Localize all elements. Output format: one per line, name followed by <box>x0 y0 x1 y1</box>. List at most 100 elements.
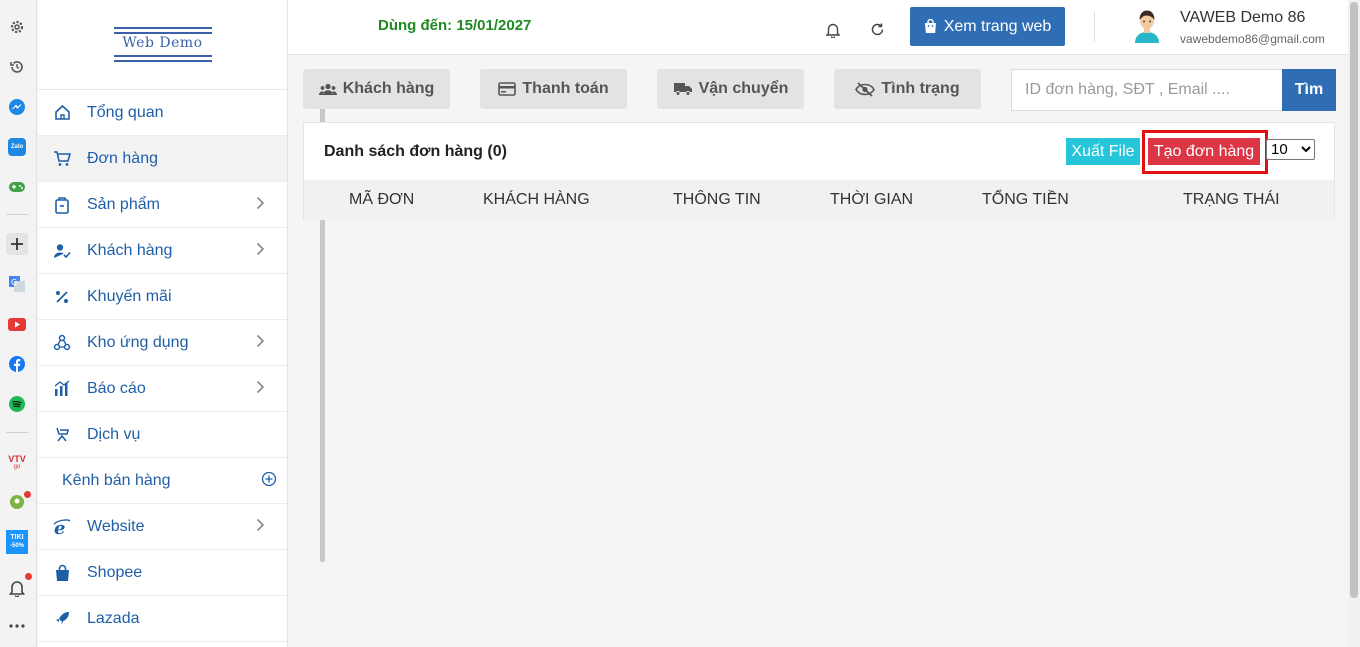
sidebar-item-promotions[interactable]: Khuyến mãi <box>38 274 287 320</box>
header-divider <box>1094 12 1095 42</box>
sidebar-item-website[interactable]: e Website <box>38 504 287 550</box>
youtube-icon[interactable] <box>6 313 28 335</box>
avatar[interactable] <box>1131 8 1163 44</box>
chevron-right-icon <box>256 242 265 261</box>
shopping-bag-icon <box>52 563 72 583</box>
tiki-label: TIKI <box>10 534 24 541</box>
messenger-icon[interactable] <box>6 96 28 118</box>
translate-icon[interactable]: G <box>6 273 28 295</box>
column-header-time[interactable]: Thời gian <box>830 191 913 209</box>
payment-filter-button[interactable]: Thanh toán <box>480 69 627 109</box>
create-order-highlight: Tạo đơn hàng <box>1142 130 1268 174</box>
vtv-go-label: go <box>13 463 21 470</box>
sidebar-item-label: Lazada <box>87 609 140 627</box>
bell-icon[interactable] <box>6 573 32 599</box>
users-icon <box>318 83 337 95</box>
logo[interactable]: Web Demo <box>113 26 212 63</box>
notification-dot <box>25 573 32 580</box>
sidebar-item-label: Kho ứng dụng <box>87 333 189 351</box>
column-header-total[interactable]: Tổng tiền <box>982 191 1069 209</box>
add-icon[interactable] <box>6 233 28 255</box>
ie-icon: e <box>52 517 72 537</box>
orders-panel: Danh sách đơn hàng (0) Xuất File Tạo đơn… <box>303 122 1335 220</box>
payment-filter-label: Thanh toán <box>522 80 609 97</box>
view-website-label: Xem trang web <box>943 17 1052 35</box>
per-page-select[interactable]: 10 <box>1266 139 1315 160</box>
sidebar-item-overview[interactable]: Tổng quan <box>38 90 287 136</box>
orders-list-title: Danh sách đơn hàng (0) <box>324 143 507 160</box>
order-search-input[interactable] <box>1011 69 1283 111</box>
credit-card-icon <box>498 82 517 96</box>
chevron-right-icon <box>256 518 265 537</box>
sales-channels-header: Kênh bán hàng <box>38 458 287 504</box>
apps-icon <box>52 333 72 353</box>
chevron-right-icon <box>256 334 265 353</box>
chevron-right-icon <box>256 196 265 215</box>
search-button[interactable]: Tìm <box>1282 69 1336 111</box>
logo-text: Web Demo <box>122 34 203 51</box>
orders-table-header: Mã đơn Khách hàng Thông tin Thời gian Tổ… <box>304 180 1334 220</box>
column-header-order-id[interactable]: Mã đơn <box>349 191 414 209</box>
view-website-button[interactable]: Xem trang web <box>910 7 1065 46</box>
create-order-button[interactable]: Tạo đơn hàng <box>1148 138 1260 165</box>
zalo-icon[interactable]: Zalo <box>6 136 28 158</box>
sidebar-item-label: Dịch vụ <box>87 425 141 443</box>
subscription-expiry: Dùng đến: 15/01/2027 <box>378 17 532 34</box>
settings-icon[interactable] <box>6 16 28 38</box>
sidebar-item-label: Tổng quan <box>87 103 164 121</box>
column-header-info[interactable]: Thông tin <box>673 191 761 209</box>
status-filter-button[interactable]: Tình trạng <box>834 69 981 109</box>
user-check-icon <box>52 241 72 261</box>
tiki-icon[interactable]: TIKI -50% <box>6 530 28 554</box>
zalo-label: Zalo <box>8 138 26 156</box>
refresh-icon[interactable] <box>870 22 886 38</box>
shopping-bag-icon <box>924 19 936 33</box>
notification-dot <box>24 491 31 498</box>
sidebar-item-orders[interactable]: Đơn hàng <box>38 136 287 182</box>
customers-filter-label: Khách hàng <box>342 80 435 97</box>
bell-icon[interactable] <box>825 22 842 39</box>
vtv-go-icon[interactable]: VTV go <box>6 451 28 473</box>
user-name: VAWEB Demo 86 <box>1180 9 1306 26</box>
column-header-status[interactable]: Trạng thái <box>1183 191 1280 209</box>
percent-icon <box>52 287 72 307</box>
sidebar-item-shopee[interactable]: Shopee <box>38 550 287 596</box>
more-icon[interactable] <box>6 615 28 637</box>
sidebar-item-reports[interactable]: Báo cáo <box>38 366 287 412</box>
tiki-discount: -50% <box>9 543 24 549</box>
maps-icon[interactable] <box>6 491 31 513</box>
facebook-icon[interactable] <box>6 353 28 375</box>
column-header-customer[interactable]: Khách hàng <box>483 191 590 209</box>
sidebar-item-services[interactable]: Dịch vụ <box>38 412 287 458</box>
package-icon <box>52 195 72 215</box>
service-icon <box>52 425 72 445</box>
export-file-button[interactable]: Xuất File <box>1066 138 1140 165</box>
sidebar-item-customers[interactable]: Khách hàng <box>38 228 287 274</box>
sidebar-item-app-store[interactable]: Kho ứng dụng <box>38 320 287 366</box>
chevron-right-icon <box>256 380 265 399</box>
sidebar-item-label: Website <box>87 517 145 535</box>
vtv-label: VTV <box>8 453 26 464</box>
history-icon[interactable] <box>6 56 28 78</box>
logo-area: Web Demo <box>38 0 287 90</box>
strip-divider <box>6 214 28 215</box>
add-channel-icon[interactable] <box>261 471 277 487</box>
page-scrollbar-thumb[interactable] <box>1350 2 1358 598</box>
sales-channels-label: Kênh bán hàng <box>62 471 171 489</box>
sidebar-item-lazada[interactable]: Lazada <box>38 596 287 642</box>
shipping-filter-button[interactable]: Vận chuyển <box>657 69 804 109</box>
sidebar-item-label: Sản phẩm <box>87 195 160 213</box>
gamepad-icon[interactable] <box>6 176 28 198</box>
browser-sidebar: Zalo G VTV go TIKI -50% <box>0 0 37 647</box>
sidebar: Web Demo Tổng quan Đơn hàng Sản phẩm Khá… <box>38 0 325 647</box>
page-scrollbar[interactable] <box>1348 0 1360 647</box>
sidebar-item-products[interactable]: Sản phẩm <box>38 182 287 228</box>
sidebar-item-label: Báo cáo <box>87 379 146 397</box>
spotify-icon[interactable] <box>6 393 28 415</box>
chart-icon <box>52 379 72 399</box>
cart-icon <box>52 149 72 169</box>
customers-filter-button[interactable]: Khách hàng <box>303 69 450 109</box>
truck-icon <box>673 83 692 96</box>
status-filter-label: Tình trạng <box>881 80 960 97</box>
shipping-filter-label: Vận chuyển <box>698 80 789 97</box>
